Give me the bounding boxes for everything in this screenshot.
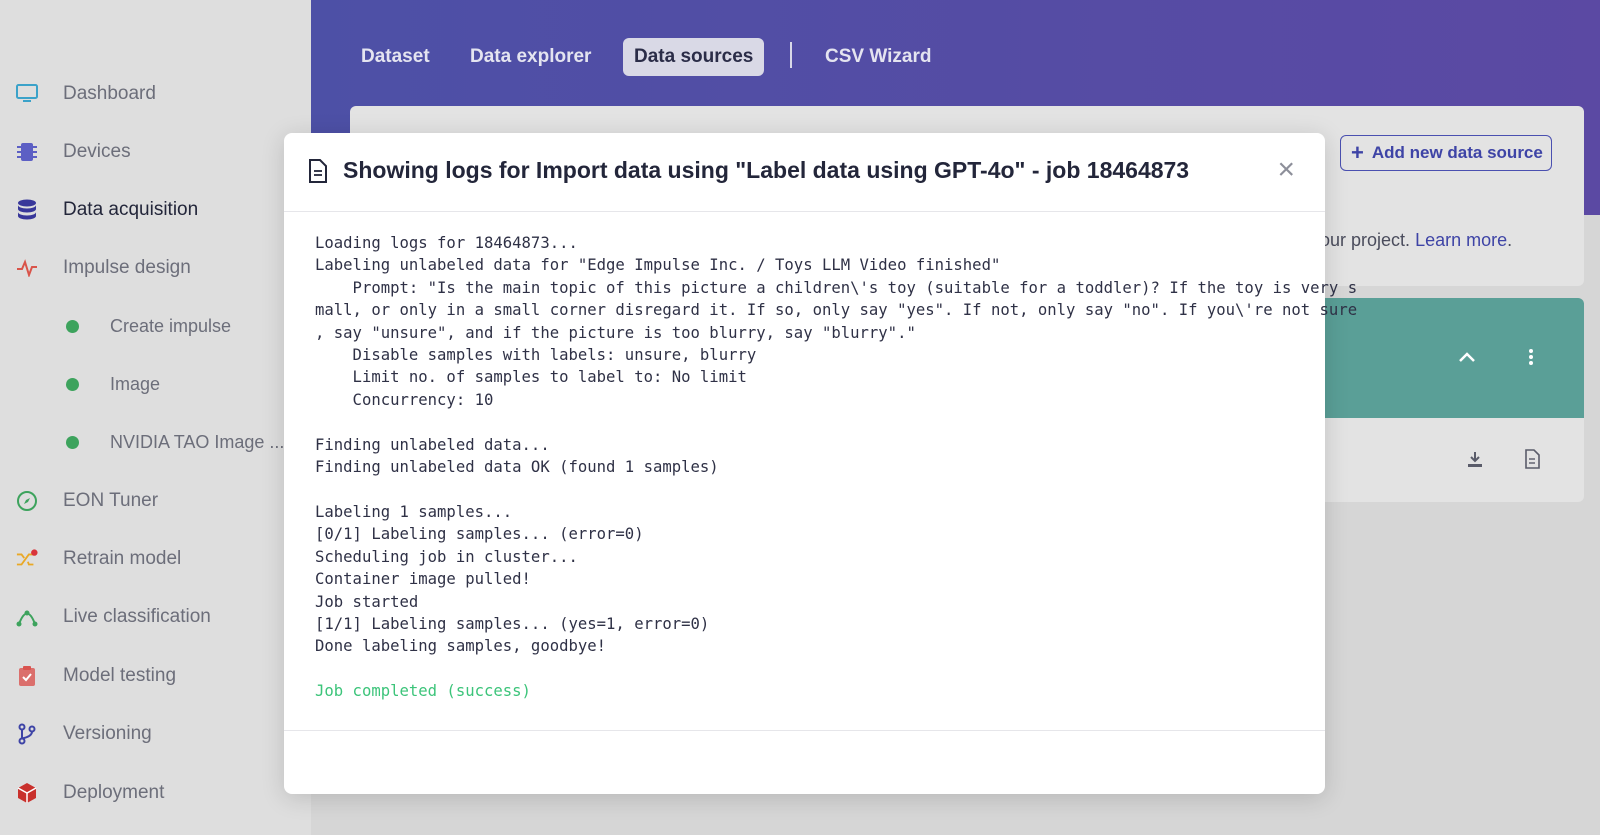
log-line: Disable samples with labels: unsure, blu… <box>315 346 757 365</box>
sidebar-item-label: Create impulse <box>110 315 232 336</box>
sidebar-item-label: Live classification <box>63 606 211 627</box>
chip-icon <box>16 141 38 163</box>
tab-dataset[interactable]: Dataset <box>350 38 441 76</box>
pulse-icon <box>16 257 38 279</box>
status-dot-icon <box>66 435 79 449</box>
sidebar-item-create-impulse[interactable]: Create impulse <box>0 306 311 346</box>
sidebar-item-label: Dashboard <box>63 83 156 104</box>
sidebar-item-label: Impulse design <box>63 257 191 278</box>
sidebar-item-deployment[interactable]: Deployment <box>0 773 311 813</box>
log-line: Labeling unlabeled data for "Edge Impuls… <box>315 256 1001 275</box>
data-source-item-header <box>1320 298 1584 418</box>
shuffle-icon <box>16 548 38 570</box>
plus-icon: + <box>1351 140 1364 165</box>
logs-modal: Showing logs for Import data using "Labe… <box>284 133 1358 794</box>
tab-data-explorer[interactable]: Data explorer <box>459 38 602 76</box>
add-data-source-label: Add new data source <box>1371 143 1543 162</box>
log-line: , say "unsure", and if the picture is to… <box>315 323 916 342</box>
log-line: Finding unlabeled data OK (found 1 sampl… <box>315 458 719 477</box>
status-dot-icon <box>66 319 79 333</box>
log-line: Job started <box>315 592 419 611</box>
box-icon <box>16 782 38 804</box>
log-line: Loading logs for 18464873... <box>315 234 578 252</box>
clipboard-check-icon <box>16 665 38 687</box>
sidebar-item-image[interactable]: Image <box>0 364 311 404</box>
sidebar-item-label: Image <box>110 373 161 394</box>
log-line: Container image pulled! <box>315 570 531 589</box>
modal-header: Showing logs for Import data using "Labe… <box>284 133 1325 212</box>
log-line: mall, or only in a small corner disregar… <box>315 301 1358 320</box>
sidebar-item-label: Model testing <box>63 665 177 686</box>
sidebar-item-nvidia-tao[interactable]: NVIDIA TAO Image ... <box>0 422 311 462</box>
log-line: [0/1] Labeling samples... (error=0) <box>315 525 644 544</box>
sidebar-item-dashboard[interactable]: Dashboard <box>0 74 311 114</box>
document-icon <box>308 159 330 185</box>
close-icon[interactable]: × <box>1277 153 1295 187</box>
sidebar-item-label: Devices <box>63 141 131 162</box>
modal-footer-divider <box>284 730 1325 731</box>
download-icon[interactable] <box>1463 447 1487 471</box>
add-data-source-button[interactable]: + Add new data source <box>1340 135 1552 171</box>
log-line: Prompt: "Is the main topic of this pictu… <box>315 278 1358 297</box>
sidebar-item-data-acquisition[interactable]: Data acquisition <box>0 190 311 230</box>
sidebar-item-label: Deployment <box>63 782 165 803</box>
learn-more-link[interactable]: Learn more <box>1415 230 1507 250</box>
sidebar-item-label: Versioning <box>63 723 152 744</box>
log-line: Done labeling samples, goodbye! <box>315 637 607 656</box>
log-line: Scheduling job in cluster... <box>315 547 578 566</box>
log-output: Loading logs for 18464873... Labeling unl… <box>315 232 1358 703</box>
log-success-line: Job completed (success) <box>315 682 531 701</box>
log-line: [1/1] Labeling samples... (yes=1, error=… <box>315 614 710 633</box>
card-description-text: our project. <box>1320 230 1411 250</box>
tab-csv-wizard[interactable]: CSV Wizard <box>814 38 942 76</box>
log-line: Limit no. of samples to label to: No lim… <box>315 368 747 387</box>
sidebar: Dashboard Devices Data acquisition Impul… <box>0 0 311 835</box>
sidebar-item-model-testing[interactable]: Model testing <box>0 656 311 696</box>
card-description: our project. Learn more. <box>1320 230 1512 251</box>
sidebar-item-versioning[interactable]: Versioning <box>0 714 311 754</box>
monitor-icon <box>16 83 38 105</box>
database-icon <box>16 199 38 221</box>
sidebar-item-retrain-model[interactable]: Retrain model <box>0 539 311 579</box>
sidebar-item-label: Data acquisition <box>63 199 199 220</box>
more-options-icon[interactable] <box>1519 345 1543 369</box>
log-line: Concurrency: 10 <box>315 390 494 409</box>
modal-title: Showing logs for Import data using "Labe… <box>343 157 1190 183</box>
branch-icon <box>16 723 38 745</box>
sidebar-item-label: EON Tuner <box>63 490 159 511</box>
tab-divider <box>790 42 792 68</box>
sidebar-item-label: NVIDIA TAO Image ... <box>110 431 285 452</box>
sidebar-item-devices[interactable]: Devices <box>0 132 311 172</box>
log-file-icon[interactable] <box>1520 447 1544 471</box>
sidebar-item-eon-tuner[interactable]: EON Tuner <box>0 481 311 521</box>
sidebar-item-live-classification[interactable]: Live classification <box>0 597 311 637</box>
log-line: Labeling 1 samples... <box>315 502 513 521</box>
sidebar-item-impulse-design[interactable]: Impulse design <box>0 248 311 288</box>
nodes-icon <box>16 606 38 628</box>
card-description-period: . <box>1507 230 1513 250</box>
compass-icon <box>16 490 38 512</box>
data-source-item-row <box>1320 418 1584 502</box>
status-dot-icon <box>66 377 79 391</box>
chevron-up-icon[interactable] <box>1455 345 1479 369</box>
tab-data-sources[interactable]: Data sources <box>623 38 765 76</box>
sidebar-item-label: Retrain model <box>63 548 182 569</box>
log-line: Finding unlabeled data... <box>315 435 550 454</box>
